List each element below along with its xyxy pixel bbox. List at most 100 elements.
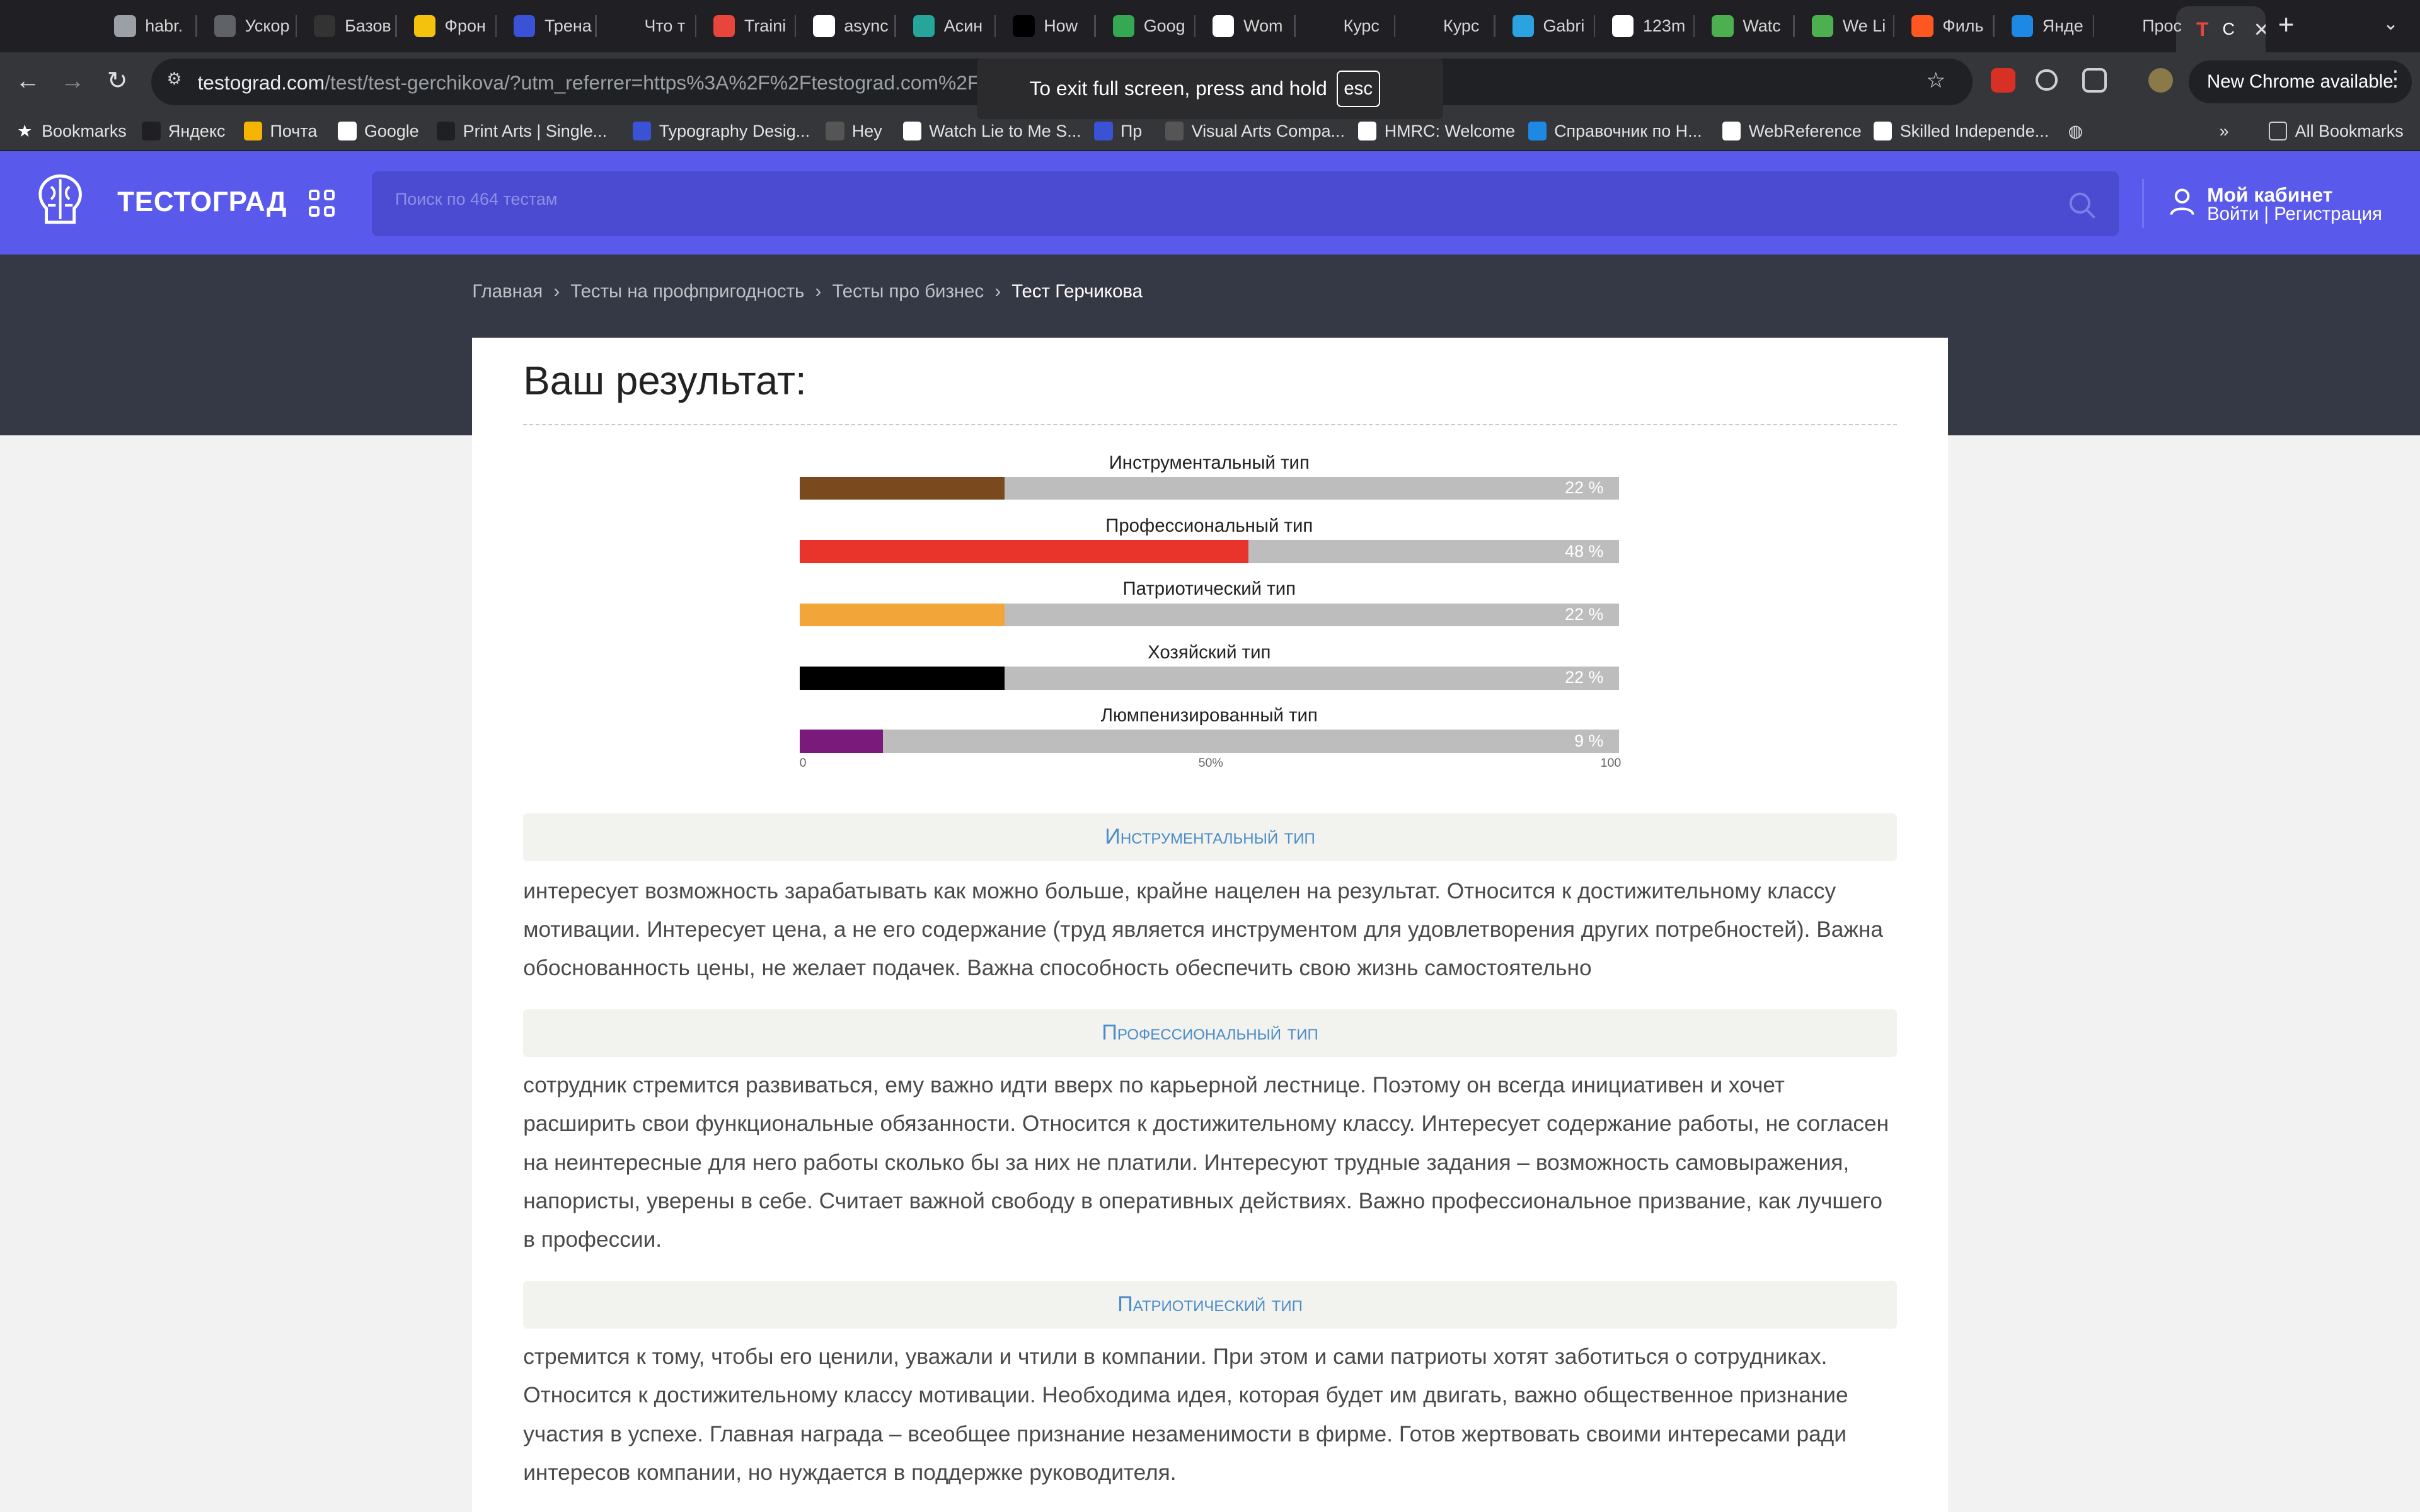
login-register-link[interactable]: Войти | Регистрация: [2207, 203, 2382, 225]
crown-icon: [1358, 122, 1377, 140]
reload-icon[interactable]: ↻: [102, 66, 133, 97]
browser-tab[interactable]: We Li: [1796, 9, 1890, 43]
forward-arrow-icon[interactable]: →: [57, 66, 88, 97]
tab-label: Трена: [544, 16, 592, 36]
bookmark-label: Typography Desig...: [659, 121, 810, 140]
bookmark-label: Почта: [270, 121, 318, 140]
plus-icon: [1165, 122, 1184, 140]
browser-tab[interactable]: async: [798, 9, 892, 43]
tab-separator: [894, 15, 896, 37]
browser-tab[interactable]: Wom: [1197, 9, 1291, 43]
browser-tab[interactable]: Watc: [1697, 9, 1790, 43]
tab-active[interactable]: Т С ✕: [2176, 6, 2266, 53]
browser-tab[interactable]: Фрон: [398, 9, 492, 43]
bookmark-label: Справочник по H...: [1554, 121, 1702, 140]
browser-tab[interactable]: Что т: [598, 9, 692, 43]
tab-label: Wom: [1243, 16, 1283, 36]
all-bookmarks-folder[interactable]: All Bookmarks: [2269, 119, 2404, 144]
bookmark-star-icon[interactable]: ☆: [1926, 68, 1945, 93]
url-path: /test/test-gerchikova/?utm_referrer=http…: [325, 71, 1062, 94]
browser-tab[interactable]: Traini: [698, 9, 792, 43]
bookmark-item[interactable]: WebReference: [1722, 119, 1862, 144]
tab-separator: [2092, 15, 2095, 37]
globe-icon[interactable]: ◍: [2068, 119, 2083, 144]
doc-icon: [1874, 122, 1893, 140]
tab-label: habr.: [145, 16, 183, 36]
tab-search-chevron-icon[interactable]: ⌄: [2383, 13, 2399, 35]
bookmark-item[interactable]: Skilled Independe...: [1874, 119, 2049, 144]
bookmark-item[interactable]: Справочник по H...: [1528, 119, 1702, 144]
user-icon[interactable]: [2170, 188, 2194, 216]
bookmark-label: Watch Lie to Me S...: [929, 121, 1081, 140]
bookmark-item[interactable]: Почта: [243, 119, 318, 144]
tab-favicon-icon: [1911, 15, 1933, 37]
breadcrumb-business-tests[interactable]: Тесты про бизнес: [832, 281, 984, 302]
breadcrumb-home[interactable]: Главная: [472, 281, 543, 302]
tab-label: How: [1044, 16, 1078, 36]
bookmark-item[interactable]: Google: [338, 119, 419, 144]
browser-tab[interactable]: Goog: [1097, 9, 1191, 43]
bookmark-item[interactable]: Hey: [826, 119, 882, 144]
bookmark-item[interactable]: Print Arts | Single...: [437, 119, 607, 144]
browser-tab[interactable]: Асин: [897, 9, 991, 43]
typography-icon: [633, 122, 652, 140]
browser-tab[interactable]: Базов: [299, 9, 393, 43]
tab-active-label: С: [2222, 20, 2235, 39]
site-search-input[interactable]: [395, 190, 2031, 210]
bookmark-item[interactable]: HMRC: Welcome: [1358, 119, 1515, 144]
browser-tab[interactable]: Курс: [1297, 9, 1391, 43]
new-chrome-available-button[interactable]: New Chrome available: [2188, 60, 2412, 104]
back-arrow-icon[interactable]: ←: [13, 66, 43, 97]
browser-tab[interactable]: 123m: [1596, 9, 1690, 43]
bookmarks-overflow-icon[interactable]: »: [2220, 119, 2229, 144]
brain-logo-icon[interactable]: [34, 171, 86, 230]
browser-tab[interactable]: Прос: [2096, 9, 2190, 43]
profile-avatar[interactable]: [2148, 67, 2174, 93]
tab-favicon-icon: [713, 15, 735, 37]
bookmark-item[interactable]: Яндекс: [142, 119, 225, 144]
extensions-puzzle-icon[interactable]: [2082, 67, 2107, 93]
tab-favicon-icon: [413, 15, 435, 37]
browser-tab[interactable]: Филь: [1896, 9, 1990, 43]
tab-favicon-icon: [314, 15, 336, 37]
browser-tab[interactable]: Трена: [498, 9, 592, 43]
bar-track: 22 %: [799, 476, 1619, 500]
extension-shield-icon[interactable]: [1991, 67, 2016, 93]
breadcrumb-separator-icon: ›: [553, 280, 560, 302]
catalog-grid-icon[interactable]: [308, 190, 337, 217]
bookmark-label: Google: [364, 121, 419, 140]
browser-tab[interactable]: habr.: [99, 9, 193, 43]
tab-favicon-icon: [813, 15, 835, 37]
site-search-box[interactable]: [372, 171, 2119, 236]
search-icon[interactable]: [2068, 192, 2096, 219]
bookmark-item[interactable]: Пр: [1094, 119, 1142, 144]
tab-favicon-icon: [1013, 15, 1035, 37]
chrome-menu-icon[interactable]: ⋮: [2385, 66, 2406, 91]
browser-tab[interactable]: Курс: [1397, 9, 1491, 43]
extension-react-icon[interactable]: [2036, 69, 2058, 91]
browser-tab[interactable]: Янде: [1996, 9, 2090, 43]
bookmark-item[interactable]: Typography Desig...: [633, 119, 810, 144]
bar-fill: [799, 666, 1005, 690]
section-heading-patriotic: Патриотический тип: [523, 1280, 1897, 1329]
close-tab-icon[interactable]: ✕: [2253, 18, 2266, 42]
yandex-icon: [142, 122, 161, 140]
site-logo-text[interactable]: ТЕСТОГРАД: [117, 186, 287, 218]
site-info-icon[interactable]: ⚙: [166, 69, 188, 91]
browser-tab[interactable]: How: [998, 9, 1092, 43]
browser-tab[interactable]: Ускор: [199, 9, 292, 43]
tab-separator: [1494, 15, 1495, 37]
tab-separator: [195, 15, 197, 37]
breadcrumb-current: Тест Герчикова: [1011, 280, 1143, 302]
tab-label: Филь: [1942, 16, 1984, 36]
tab-separator: [1793, 15, 1795, 37]
tab-favicon-icon: [1512, 15, 1534, 37]
url-text[interactable]: testograd.com/test/test-gerchikova/?utm_…: [197, 71, 1061, 94]
bookmark-item[interactable]: ★ Bookmarks: [15, 119, 127, 144]
bookmark-item[interactable]: Watch Lie to Me S...: [902, 119, 1081, 144]
bookmark-item[interactable]: Visual Arts Compa...: [1165, 119, 1345, 144]
breadcrumb-career-tests[interactable]: Тесты на профпригодность: [570, 281, 804, 302]
new-tab-button[interactable]: +: [2278, 9, 2295, 41]
browser-tab[interactable]: Gabri: [1497, 9, 1591, 43]
title-divider: [523, 424, 1897, 426]
